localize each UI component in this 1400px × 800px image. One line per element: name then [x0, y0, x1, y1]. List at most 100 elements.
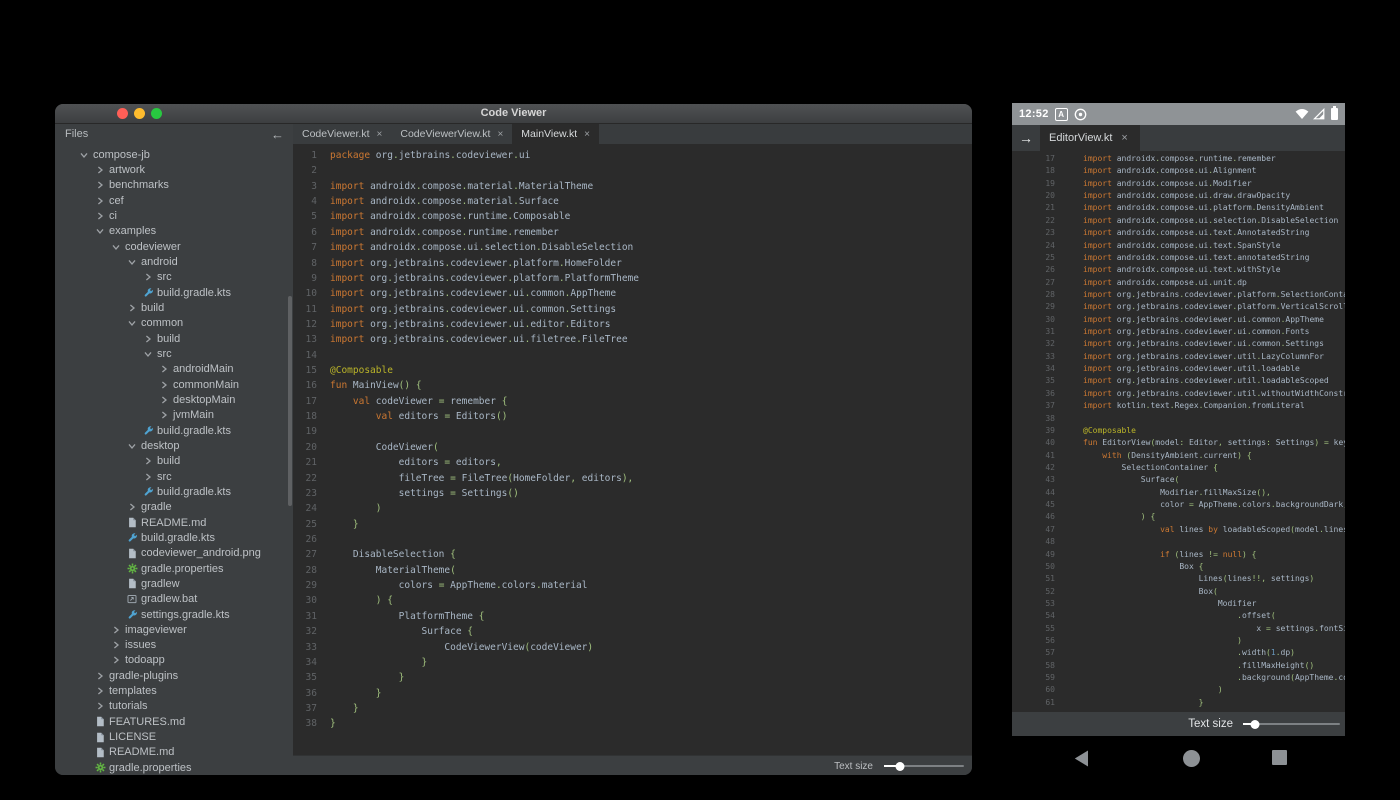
line-number: 41	[1012, 450, 1055, 462]
slider-handle[interactable]	[896, 762, 905, 771]
tree-item-cef[interactable]: cef	[55, 193, 293, 208]
code-line: 29 colors = AppTheme.colors.material	[293, 578, 972, 593]
tree-item-codeviewer-android-png[interactable]: codeviewer_android.png	[55, 546, 293, 561]
tree-item-build-gradle-kts[interactable]: build.gradle.kts	[55, 423, 293, 438]
tree-item-settings-gradle-kts[interactable]: settings.gradle.kts	[55, 607, 293, 622]
tree-item-license[interactable]: LICENSE	[55, 729, 293, 744]
text-size-slider[interactable]	[1243, 719, 1340, 729]
close-button[interactable]	[117, 108, 128, 119]
code-text: val lines by loadableScoped(model.lines)	[1083, 524, 1345, 536]
tree-item-androidmain[interactable]: androidMain	[55, 362, 293, 377]
tree-item-build[interactable]: build	[55, 331, 293, 346]
collapse-sidebar-icon[interactable]: ←	[271, 127, 284, 142]
tree-item-label: FEATURES.md	[109, 716, 185, 728]
gear-icon	[126, 563, 138, 574]
code-line: 59 .background(AppTheme.colors.backgroun…	[1012, 672, 1345, 684]
code-text: fun MainView() {	[330, 378, 422, 393]
tree-item-imageviewer[interactable]: imageviewer	[55, 622, 293, 637]
tree-item-gradle-properties[interactable]: gradle.properties	[55, 760, 293, 775]
code-text: DisableSelection {	[330, 547, 456, 562]
tab-close-icon[interactable]: ×	[1121, 132, 1127, 144]
line-number: 8	[293, 256, 317, 271]
tree-item-gradle-properties[interactable]: gradle.properties	[55, 561, 293, 576]
tree-item-label: gradle.properties	[109, 762, 192, 774]
tree-item-todoapp[interactable]: todoapp	[55, 653, 293, 668]
line-number: 9	[293, 271, 317, 286]
line-number: 58	[1012, 660, 1055, 672]
tree-item-common[interactable]: common	[55, 316, 293, 331]
tree-item-desktop[interactable]: desktop	[55, 438, 293, 453]
tree-item-src[interactable]: src	[55, 469, 293, 484]
tree-item-gradle[interactable]: gradle	[55, 500, 293, 515]
minimize-button[interactable]	[134, 108, 145, 119]
sidebar-scrollbar-thumb[interactable]	[288, 296, 292, 506]
line-number: 30	[293, 593, 317, 608]
tree-item-desktopmain[interactable]: desktopMain	[55, 392, 293, 407]
tree-item-compose-jb[interactable]: compose-jb	[55, 147, 293, 162]
line-number: 12	[293, 317, 317, 332]
tab-codeviewerview-kt[interactable]: CodeViewerView.kt×	[391, 124, 512, 144]
tree-item-templates[interactable]: templates	[55, 683, 293, 698]
tree-item-commonmain[interactable]: commonMain	[55, 377, 293, 392]
zoom-button[interactable]	[151, 108, 162, 119]
tree-item-build[interactable]: build	[55, 300, 293, 315]
tab-mainview-kt[interactable]: MainView.kt×	[512, 124, 599, 144]
code-text: editors = editors,	[330, 455, 502, 470]
tree-item-build-gradle-kts[interactable]: build.gradle.kts	[55, 484, 293, 499]
window-titlebar[interactable]: Code Viewer	[55, 104, 972, 124]
line-number: 53	[1012, 598, 1055, 610]
tree-item-build-gradle-kts[interactable]: build.gradle.kts	[55, 530, 293, 545]
line-number: 18	[293, 409, 317, 424]
tree-item-src[interactable]: src	[55, 346, 293, 361]
back-button[interactable]	[1074, 750, 1089, 767]
tree-item-build[interactable]: build	[55, 454, 293, 469]
tree-item-issues[interactable]: issues	[55, 638, 293, 653]
code-text: .width(1.dp)	[1083, 647, 1295, 659]
code-line: 41 with (DensityAmbient.current) {	[1012, 450, 1345, 462]
tree-item-src[interactable]: src	[55, 270, 293, 285]
code-text: @Composable	[1083, 425, 1136, 437]
tree-item-android[interactable]: android	[55, 254, 293, 269]
tree-item-features-md[interactable]: FEATURES.md	[55, 714, 293, 729]
code-text: import org.jetbrains.codeviewer.util.Laz…	[1083, 351, 1324, 363]
line-number: 44	[1012, 487, 1055, 499]
tab-codeviewer-kt[interactable]: CodeViewer.kt×	[293, 124, 391, 144]
home-button[interactable]	[1183, 750, 1200, 767]
tree-item-gradlew[interactable]: gradlew	[55, 576, 293, 591]
recents-button[interactable]	[1272, 750, 1287, 765]
file-icon	[94, 716, 106, 727]
line-number: 28	[1012, 289, 1055, 301]
android-code-editor[interactable]: 17import androidx.compose.runtime.rememb…	[1012, 151, 1345, 712]
tab-close-icon[interactable]: ×	[497, 129, 503, 140]
code-text: @Composable	[330, 363, 393, 378]
tree-item-codeviewer[interactable]: codeviewer	[55, 239, 293, 254]
file-icon	[94, 747, 106, 758]
tree-item-benchmarks[interactable]: benchmarks	[55, 178, 293, 193]
tree-item-ci[interactable]: ci	[55, 208, 293, 223]
line-number: 31	[1012, 326, 1055, 338]
line-number: 23	[1012, 227, 1055, 239]
tree-item-readme-md[interactable]: README.md	[55, 515, 293, 530]
tree-item-gradlew-bat[interactable]: gradlew.bat	[55, 592, 293, 607]
tree-item-artwork[interactable]: artwork	[55, 162, 293, 177]
tree-item-gradle-plugins[interactable]: gradle-plugins	[55, 668, 293, 683]
tree-item-label: benchmarks	[109, 179, 169, 191]
code-text: val codeViewer = remember {	[330, 394, 507, 409]
chevron-right-icon	[158, 381, 170, 389]
tab-close-icon[interactable]: ×	[584, 129, 590, 140]
tree-item-examples[interactable]: examples	[55, 224, 293, 239]
text-size-slider[interactable]	[884, 761, 964, 771]
tab-editorview[interactable]: EditorView.kt ×	[1040, 125, 1140, 151]
code-line: 27import androidx.compose.ui.unit.dp	[1012, 277, 1345, 289]
code-line: 24import androidx.compose.ui.text.SpanSt…	[1012, 240, 1345, 252]
tree-item-build-gradle-kts[interactable]: build.gradle.kts	[55, 285, 293, 300]
tree-item-label: ci	[109, 210, 117, 222]
slider-handle[interactable]	[1250, 720, 1259, 729]
tab-close-icon[interactable]: ×	[377, 129, 383, 140]
tree-item-tutorials[interactable]: tutorials	[55, 699, 293, 714]
tree-item-readme-md[interactable]: README.md	[55, 745, 293, 760]
forward-arrow-icon[interactable]: →	[1012, 125, 1040, 151]
code-editor[interactable]: 1package org.jetbrains.codeviewer.ui23im…	[293, 144, 972, 755]
tree-item-jvmmain[interactable]: jvmMain	[55, 408, 293, 423]
chevron-right-icon	[142, 273, 154, 281]
